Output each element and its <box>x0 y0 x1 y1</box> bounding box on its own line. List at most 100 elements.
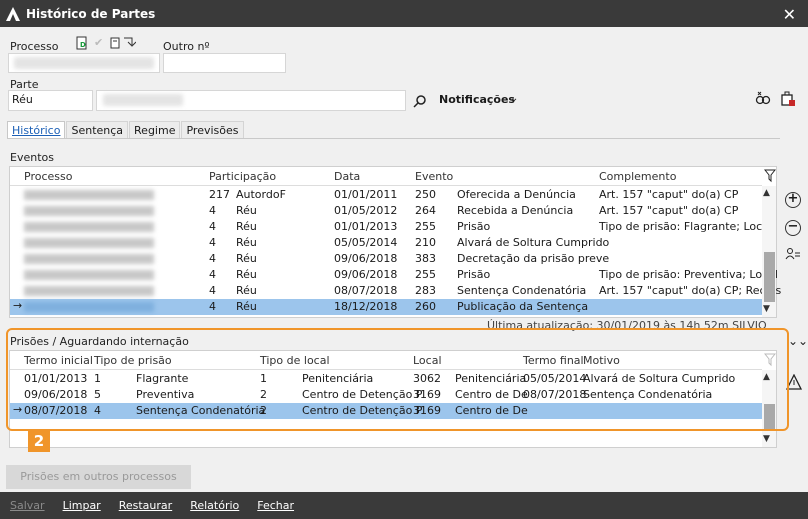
col-processo[interactable]: Processo <box>24 170 72 183</box>
processo-label: Processo <box>10 40 59 53</box>
cell: 01/01/2011 <box>334 188 398 201</box>
salvar-button[interactable]: Salvar <box>10 499 45 512</box>
relatorio-button[interactable]: Relatório <box>190 499 239 512</box>
processo-value-redacted <box>14 57 154 69</box>
parte-type-field[interactable]: Réu <box>8 90 93 111</box>
processo-redacted <box>24 254 154 264</box>
double-chevron-down-icon[interactable]: ⌄⌄ <box>788 334 808 348</box>
cell: 217 <box>209 188 230 201</box>
search-icon[interactable] <box>413 94 427 108</box>
cell: 08/07/2018 <box>334 284 398 297</box>
cell: Alvará de Soltura Cumprido <box>457 236 610 249</box>
filter-icon[interactable] <box>764 169 776 183</box>
chevron-down-icon[interactable]: ⌄ <box>510 93 518 104</box>
cell: Réu <box>236 236 257 249</box>
col-complemento[interactable]: Complemento <box>599 170 676 183</box>
scroll-thumb[interactable] <box>764 252 775 302</box>
cell: AutordoF <box>236 188 286 201</box>
table-row[interactable]: 4 Réu 01/05/2012 264 Recebida a Denúncia… <box>10 203 762 219</box>
cell: 4 <box>209 268 216 281</box>
cell: 4 <box>209 204 216 217</box>
outro-numero-field[interactable] <box>163 53 286 73</box>
checkmark-icon: ✔ <box>94 36 104 49</box>
add-icon[interactable]: + <box>785 192 801 208</box>
tab-sentenca[interactable]: Sentença <box>66 121 129 139</box>
highlight-frame <box>6 328 789 431</box>
cell: Art. 157 "caput" do(a) CP <box>599 204 739 217</box>
scroll-down-icon[interactable]: ▼ <box>763 304 770 314</box>
tab-historico[interactable]: Histórico <box>7 121 66 139</box>
window-title: Histórico de Partes <box>26 6 156 21</box>
limpar-button[interactable]: Limpar <box>63 499 101 512</box>
cell: 09/06/2018 <box>334 252 398 265</box>
link-parts-icon[interactable] <box>755 90 771 106</box>
tab-bar: Histórico Sentença Regime Previsões <box>7 121 245 139</box>
cell: Sentença Condenatória <box>457 284 587 297</box>
row-pointer-icon: → <box>13 299 23 312</box>
cell: Recebida a Denúncia <box>457 204 574 217</box>
col-evento[interactable]: Evento <box>415 170 453 183</box>
cell: 210 <box>415 236 436 249</box>
col-data[interactable]: Data <box>334 170 360 183</box>
table-row[interactable]: 4 Réu 09/06/2018 255 Prisão Tipo de pris… <box>10 267 778 283</box>
processo-redacted <box>24 190 154 200</box>
step-badge: 2 <box>28 431 50 452</box>
cell: Tipo de prisão: Preventiva; Local <box>599 268 778 281</box>
fechar-button[interactable]: Fechar <box>257 499 294 512</box>
cell: Art. 157 "caput" do(a) CP; Reclus <box>599 284 782 297</box>
cell: 4 <box>209 300 216 313</box>
parte-name-redacted <box>103 94 183 106</box>
tab-previsoes[interactable]: Previsões <box>181 121 244 139</box>
tab-regime[interactable]: Regime <box>129 121 181 139</box>
table-row[interactable]: 4 Réu 05/05/2014 210 Alvará de Soltura C… <box>10 235 762 251</box>
close-icon[interactable]: ✕ <box>783 5 796 24</box>
cell: 250 <box>415 188 436 201</box>
cell: 4 <box>209 220 216 233</box>
col-participacao[interactable]: Participação <box>209 170 276 183</box>
cell: 260 <box>415 300 436 313</box>
table-row[interactable]: 4 Réu 09/06/2018 383 Decretação da prisã… <box>10 251 762 267</box>
processo-redacted <box>24 302 154 312</box>
remove-icon[interactable]: − <box>785 220 801 236</box>
cell: 283 <box>415 284 436 297</box>
scroll-up-icon[interactable]: ▲ <box>763 188 770 198</box>
cell: 4 <box>209 236 216 249</box>
cell: Réu <box>236 300 257 313</box>
cell: 09/06/2018 <box>334 268 398 281</box>
cell: 05/05/2014 <box>334 236 398 249</box>
cell: Réu <box>236 252 257 265</box>
cell: 18/12/2018 <box>334 300 398 313</box>
cell: Tipo de prisão: Flagrante; Local <box>599 220 772 233</box>
scroll-down-icon[interactable]: ▼ <box>763 434 770 444</box>
bottom-toolbar: Salvar Limpar Restaurar Relatório Fechar <box>0 492 808 519</box>
eventos-label: Eventos <box>10 151 54 164</box>
header-divider <box>10 185 762 186</box>
table-row[interactable]: 4 Réu 01/01/2013 255 Prisão Tipo de pris… <box>10 219 772 235</box>
person-list-icon[interactable] <box>785 247 801 261</box>
eventos-scrollbar[interactable]: ▲ ▼ <box>762 186 776 317</box>
document-green-icon[interactable]: D <box>75 36 89 50</box>
prisoes-outros-processos-button[interactable]: Prisões em outros processos <box>6 465 191 489</box>
cell: Art. 157 "caput" do(a) CP <box>599 188 739 201</box>
tab-divider <box>7 138 780 139</box>
svg-text:D: D <box>80 41 86 49</box>
cell: 255 <box>415 220 436 233</box>
cell: Réu <box>236 268 257 281</box>
processo-redacted <box>24 270 154 280</box>
processo-redacted <box>24 238 154 248</box>
cell: 383 <box>415 252 436 265</box>
cell: 01/01/2013 <box>334 220 398 233</box>
restaurar-button[interactable]: Restaurar <box>119 499 172 512</box>
cell: Réu <box>236 284 257 297</box>
table-row[interactable]: 4 Réu 08/07/2018 283 Sentença Condenatór… <box>10 283 781 299</box>
outro-numero-label: Outro nº <box>163 40 210 53</box>
table-row-selected[interactable]: → 4 Réu 18/12/2018 260 Publicação da Sen… <box>10 299 762 315</box>
notificacoes-button[interactable]: Notificações <box>439 93 515 106</box>
parte-type-value: Réu <box>12 93 33 106</box>
title-bar: Histórico de Partes ✕ <box>0 0 808 27</box>
table-row[interactable]: 217 AutordoF 01/01/2011 250 Oferecida a … <box>10 187 762 203</box>
bag-remove-icon[interactable] <box>780 90 796 107</box>
cell: 4 <box>209 252 216 265</box>
document-copy-icon[interactable] <box>110 37 136 49</box>
cell: Réu <box>236 204 257 217</box>
